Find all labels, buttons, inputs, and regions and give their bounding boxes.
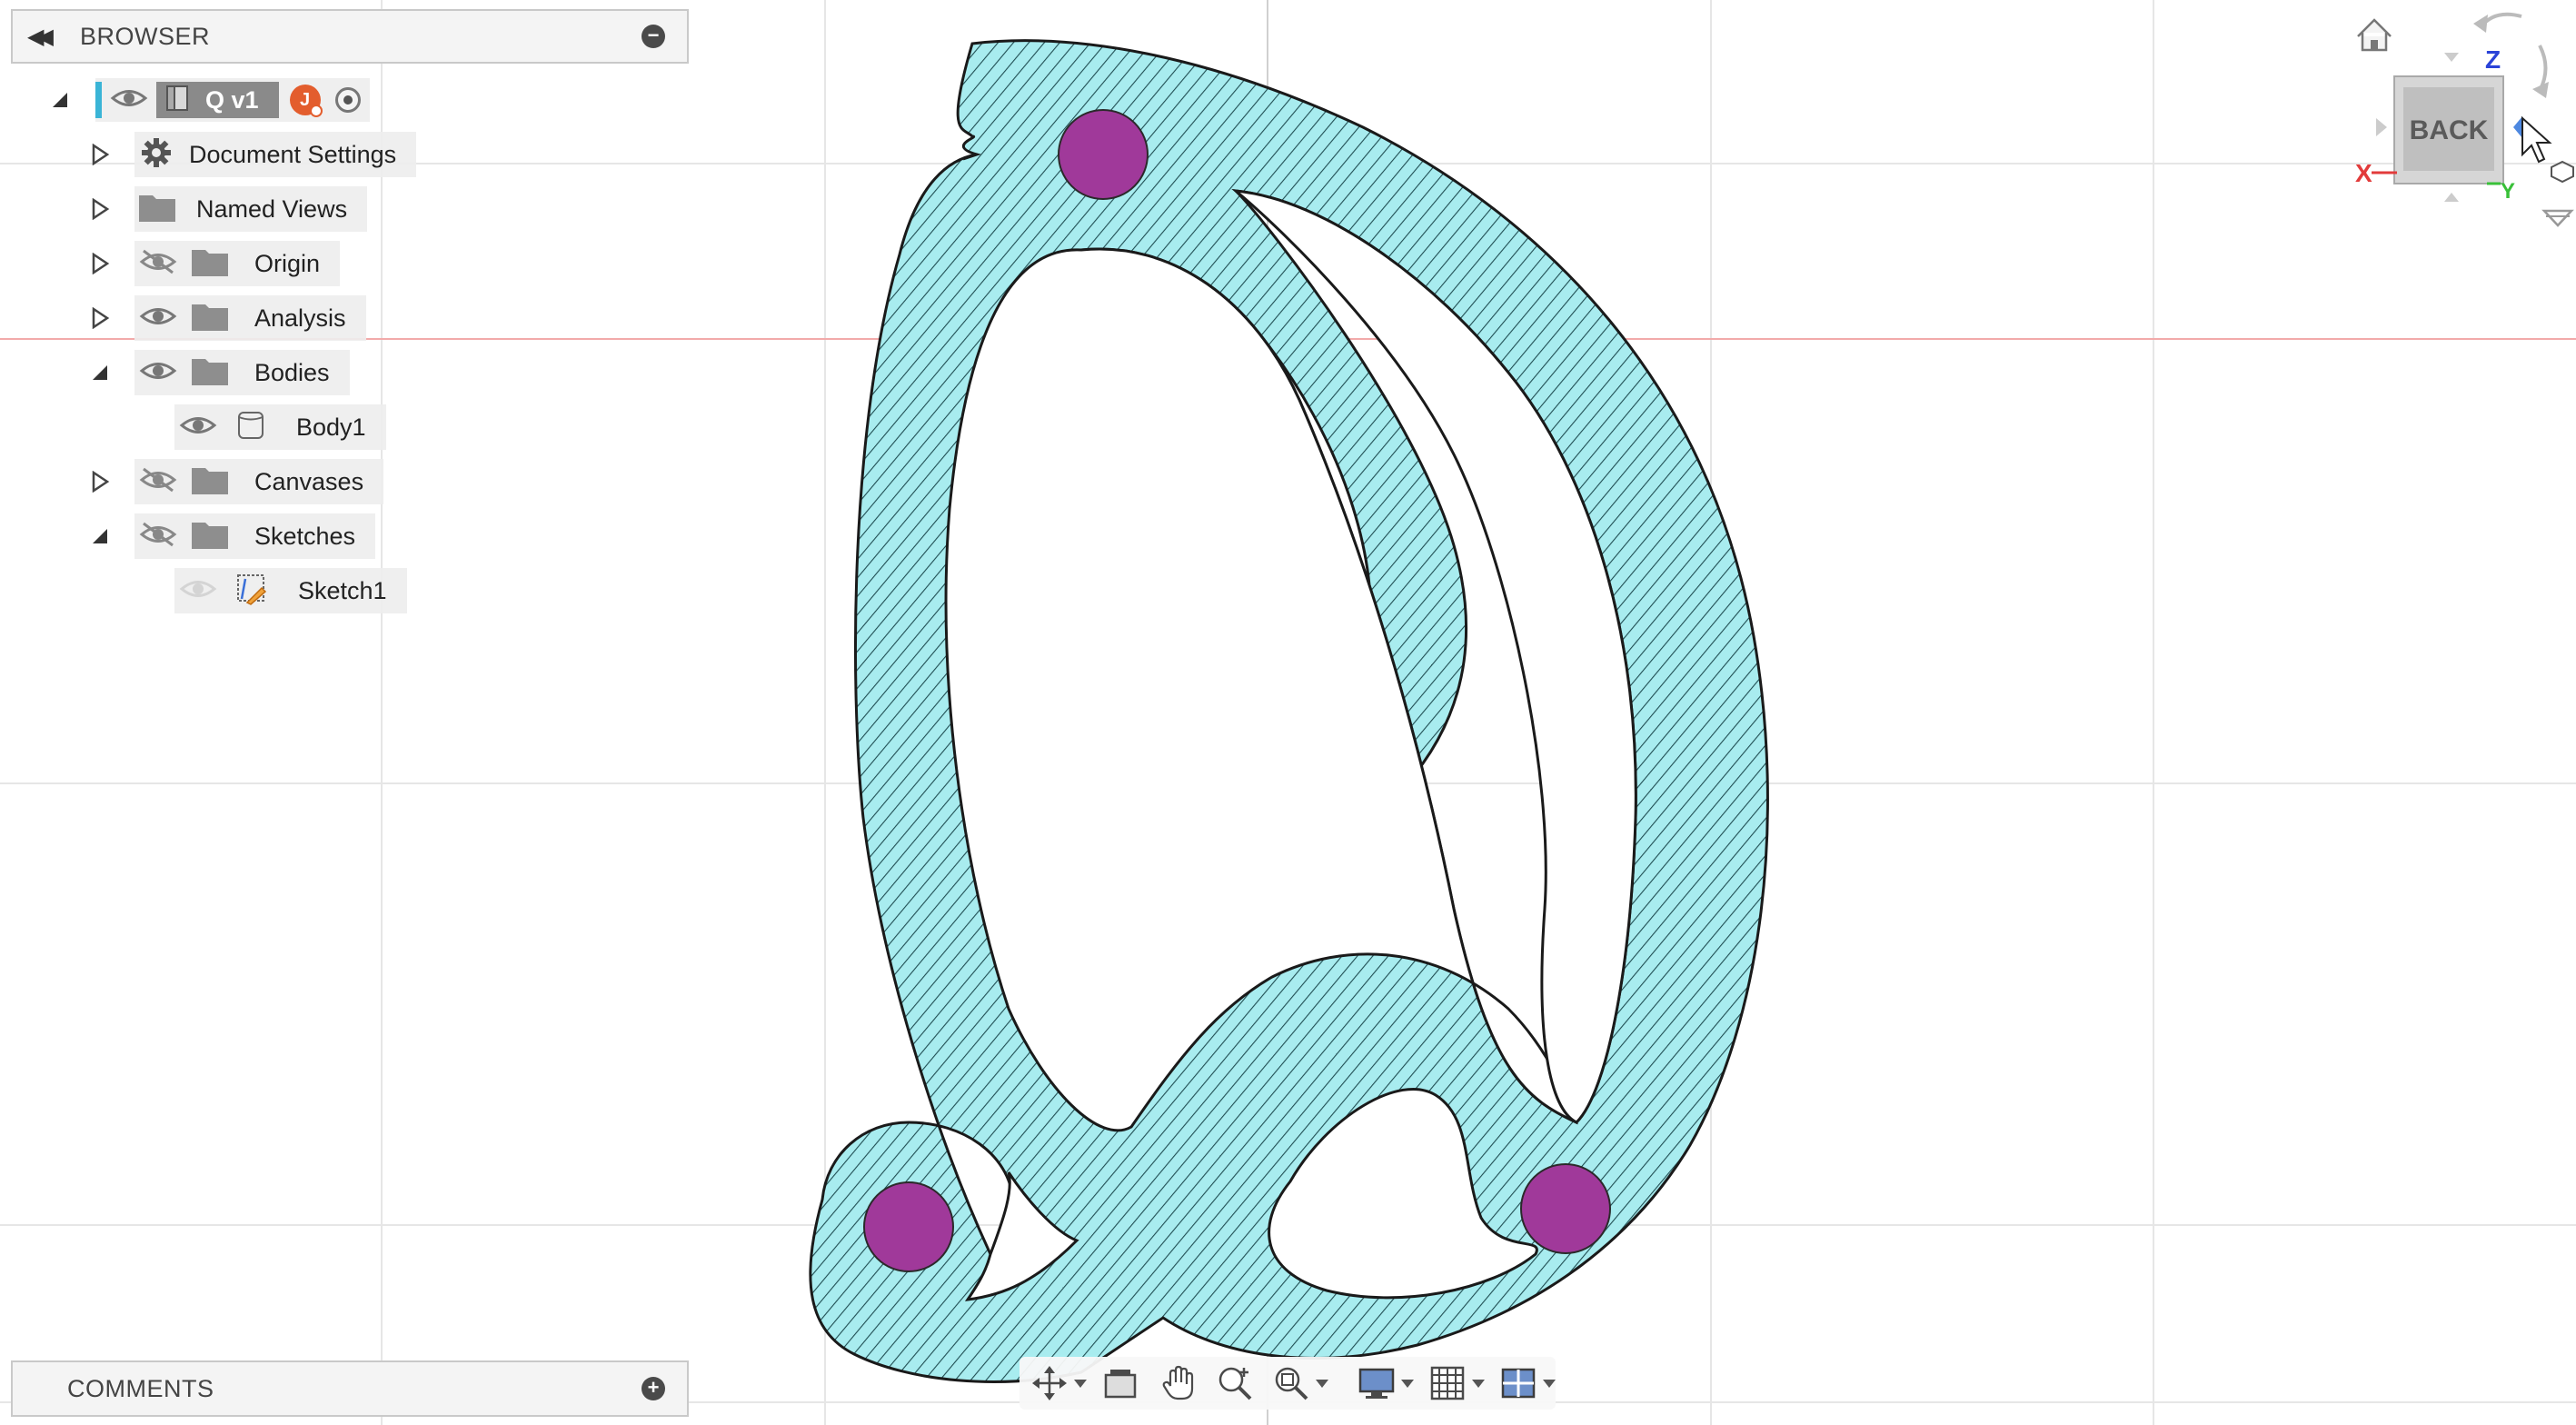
zoom-button[interactable]: [1216, 1361, 1254, 1405]
look-at-button[interactable]: [1101, 1361, 1139, 1405]
tree-item-body1[interactable]: Body1: [174, 404, 386, 450]
collapse-panel-icon[interactable]: ◀◀: [27, 24, 60, 50]
home-icon[interactable]: [2357, 18, 2392, 52]
viewport-canvas[interactable]: [0, 0, 2576, 1425]
display-settings-icon: [1358, 1364, 1396, 1402]
active-indicator: [95, 82, 102, 118]
tree-item-bodies[interactable]: Bodies: [134, 350, 350, 395]
orbit-button[interactable]: [1030, 1361, 1098, 1405]
cube-face-back[interactable]: BACK: [2393, 75, 2504, 184]
tree-item-canvases[interactable]: Canvases: [134, 459, 384, 504]
activate-radio-icon[interactable]: [334, 87, 361, 113]
eye-hidden-icon[interactable]: [138, 466, 178, 498]
expand-arrow-icon[interactable]: [89, 307, 111, 329]
minimize-button[interactable]: −: [642, 25, 665, 48]
folder-icon: [191, 355, 229, 391]
tree-item-label: Body1: [296, 413, 366, 441]
viewcube[interactable]: BACK X Y Z: [2344, 0, 2576, 236]
hole-bottom-right[interactable]: [1520, 1163, 1611, 1254]
folder-icon: [191, 519, 229, 554]
add-comment-button[interactable]: +: [642, 1377, 665, 1400]
expand-arrow-icon[interactable]: [89, 144, 111, 165]
tree-item-origin[interactable]: Origin: [134, 241, 341, 286]
eye-icon[interactable]: [109, 85, 149, 116]
comments-panel[interactable]: COMMENTS +: [11, 1360, 689, 1417]
eye-icon[interactable]: [138, 357, 178, 389]
expand-arrow-icon[interactable]: [89, 198, 111, 220]
cursor-arrow-icon: [2521, 115, 2552, 164]
cube-menu-icon[interactable]: [2541, 160, 2574, 227]
orbit-icon: [1030, 1364, 1069, 1402]
collapse-triangle-icon[interactable]: [49, 89, 71, 111]
grid-icon: [1428, 1364, 1467, 1402]
body-icon: [234, 409, 267, 446]
tree-item-analysis[interactable]: Analysis: [134, 295, 366, 341]
collapse-triangle-icon[interactable]: [89, 362, 111, 384]
tree-item-sketch1[interactable]: Sketch1: [174, 568, 407, 613]
eye-hidden-icon[interactable]: [138, 248, 178, 280]
axis-x-label: X: [2355, 159, 2372, 187]
component-icon: [162, 83, 193, 118]
hole-bottom-left[interactable]: [863, 1181, 954, 1272]
tree-item-label: Sketches: [254, 522, 356, 550]
user-avatar[interactable]: J: [289, 85, 323, 117]
tree-item-sketches[interactable]: Sketches: [134, 513, 376, 559]
tree-item-label: Document Settings: [189, 140, 397, 168]
fit-icon: [1272, 1364, 1310, 1402]
folder-icon: [191, 246, 229, 282]
pan-button[interactable]: [1159, 1361, 1198, 1405]
navigation-toolbar: [1019, 1357, 1556, 1410]
tree-item-label: Named Views: [196, 194, 348, 223]
tree-item-label: Canvases: [254, 467, 364, 495]
tree-item-named-views[interactable]: Named Views: [134, 186, 368, 232]
gear-icon: [140, 136, 173, 174]
expand-arrow-icon[interactable]: [89, 253, 111, 274]
folder-icon: [138, 192, 176, 227]
eye-icon[interactable]: [178, 412, 218, 443]
sketch-icon: [234, 572, 269, 611]
comments-title: COMMENTS: [67, 1374, 214, 1402]
expand-arrow-icon[interactable]: [89, 471, 111, 493]
folder-icon: [191, 301, 229, 336]
grid-settings-button[interactable]: [1428, 1361, 1496, 1405]
eye-hidden-icon[interactable]: [138, 521, 178, 553]
svg-text:BACK: BACK: [2410, 115, 2489, 145]
component-name: Q v1: [205, 85, 259, 114]
fit-button[interactable]: [1272, 1361, 1339, 1405]
look-at-icon: [1101, 1364, 1139, 1402]
tree-item-label: Bodies: [254, 358, 330, 386]
tree-item-label: Analysis: [254, 304, 346, 332]
axis-y-label: Y: [2501, 179, 2515, 204]
hole-top[interactable]: [1058, 109, 1149, 200]
tree-item-label: Origin: [254, 249, 321, 277]
viewports-button[interactable]: [1499, 1361, 1566, 1405]
browser-title: BROWSER: [80, 22, 211, 50]
browser-panel-header: ◀◀ BROWSER −: [11, 9, 689, 64]
root-component-row[interactable]: Q v1 J: [95, 78, 370, 122]
tree-item-document-settings[interactable]: Document Settings: [134, 132, 417, 177]
zoom-icon: [1216, 1364, 1254, 1402]
eye-icon[interactable]: [138, 303, 178, 334]
axis-z-label: Z: [2485, 45, 2501, 74]
tree-item-label: Sketch1: [298, 576, 387, 604]
eye-dim-icon[interactable]: [178, 575, 218, 607]
folder-icon: [191, 464, 229, 500]
viewports-icon: [1499, 1364, 1537, 1402]
pan-icon: [1159, 1364, 1198, 1402]
component-name-box[interactable]: Q v1: [156, 82, 279, 118]
collapse-triangle-icon[interactable]: [89, 525, 111, 547]
display-settings-button[interactable]: [1358, 1361, 1425, 1405]
